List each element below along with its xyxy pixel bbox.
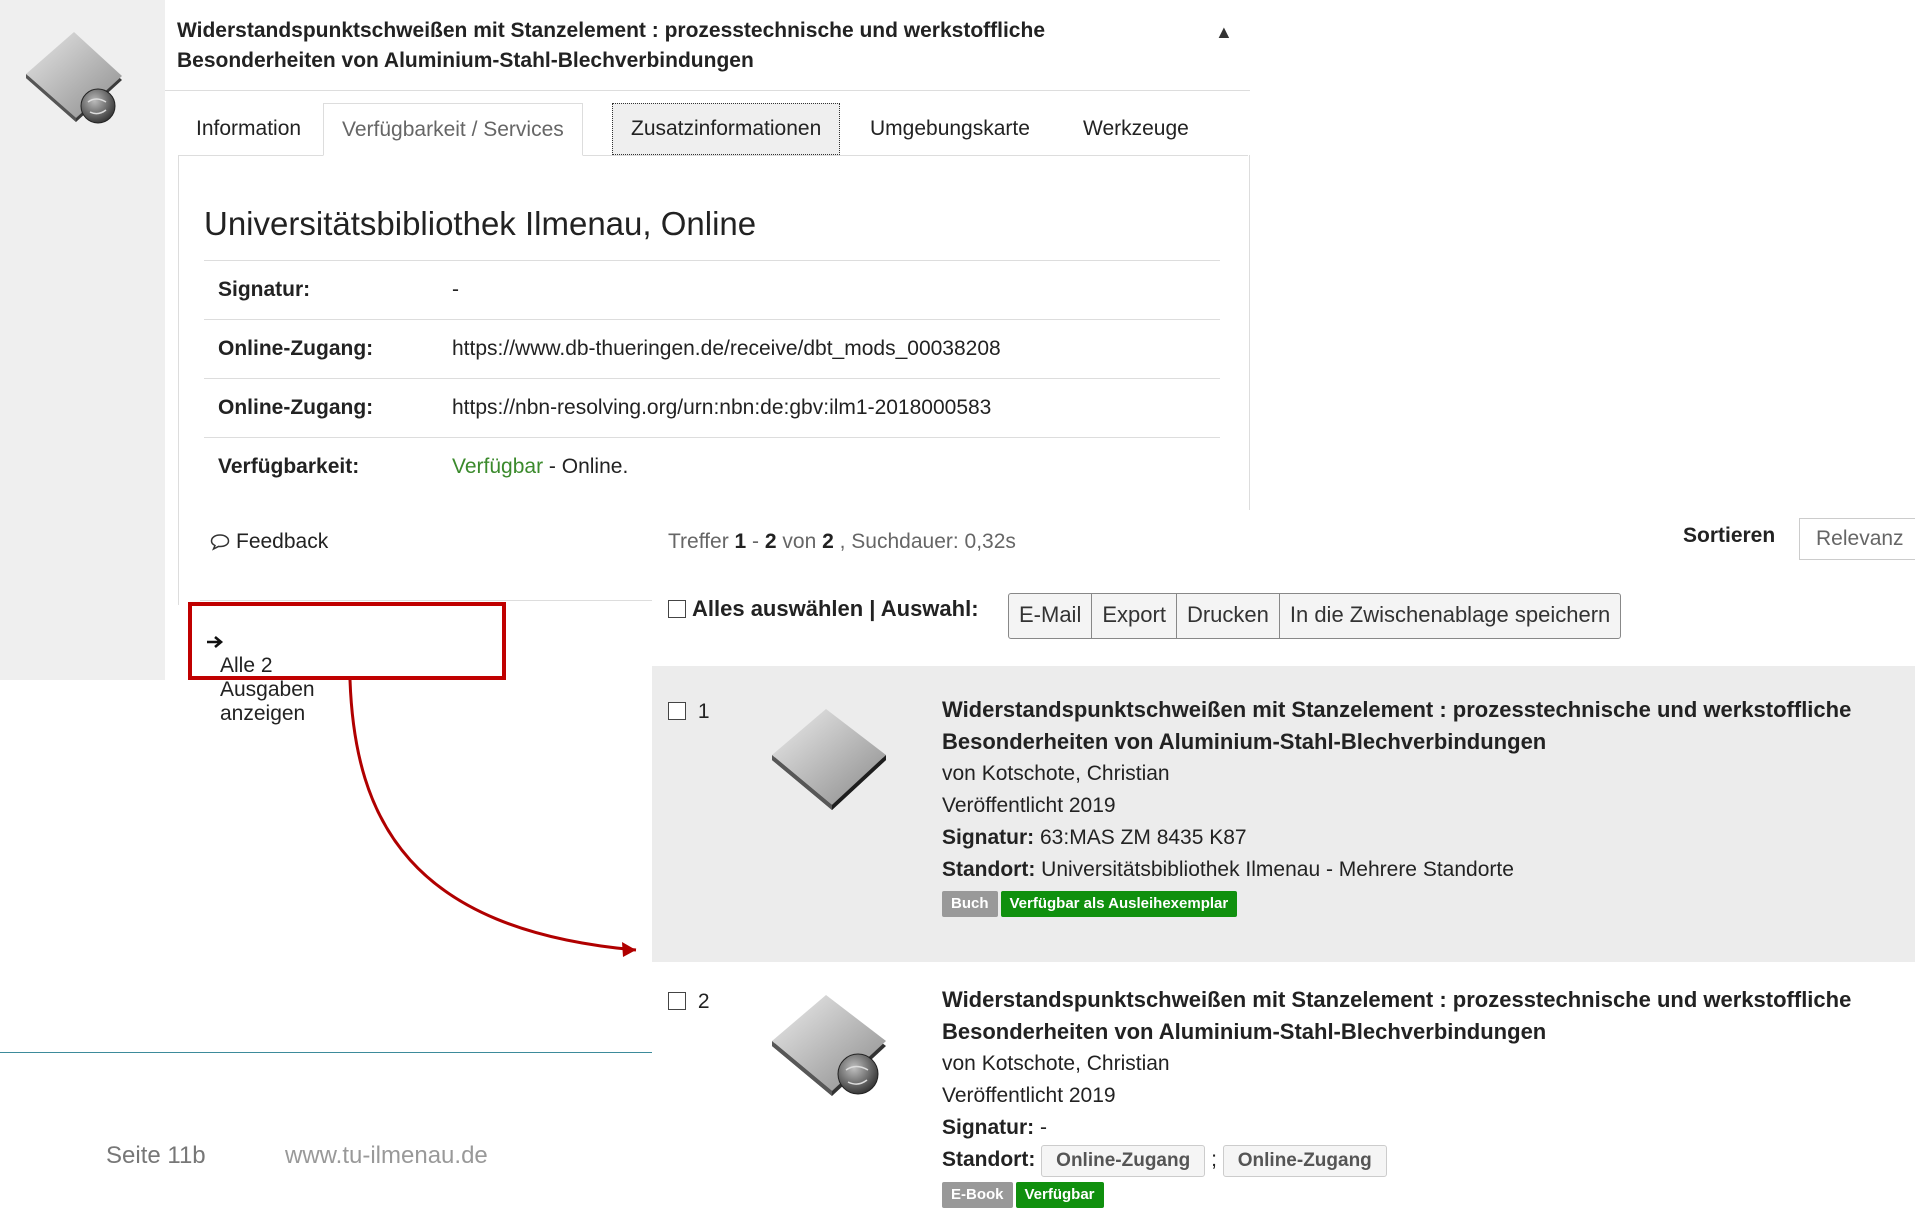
result-number: 2 (668, 990, 710, 1014)
export-button[interactable]: Export (1092, 594, 1177, 638)
hits-dash: - (746, 530, 765, 553)
sort-label: Sortieren (1683, 524, 1776, 547)
hit-count: Treffer 1 - 2 von 2 , Suchdauer: 0,32s (668, 530, 1016, 554)
result-title[interactable]: Widerstandspunktschweißen mit Stanzeleme… (942, 694, 1902, 758)
standort-value: Universitätsbibliothek Ilmenau - Mehrere… (1035, 858, 1514, 881)
select-all-label: Alles auswählen | Auswahl: (692, 596, 979, 621)
print-button[interactable]: Drucken (1177, 594, 1280, 638)
result-title[interactable]: Widerstandspunktschweißen mit Stanzeleme… (942, 984, 1902, 1048)
hits-of: von (776, 530, 823, 553)
book-globe-icon (766, 988, 892, 1113)
footer-url: www.tu-ilmenau.de (285, 1142, 488, 1169)
results-panel: Treffer 1 - 2 von 2 , Suchdauer: 0,32s S… (652, 510, 1915, 1209)
result-index: 2 (697, 990, 710, 1013)
footer-rule (0, 1052, 652, 1053)
result-number: 1 (668, 700, 710, 724)
result-signatur: Signatur: - (942, 1112, 1902, 1144)
clipboard-button[interactable]: In die Zwischenablage speichern (1280, 594, 1620, 638)
result-item: 1 Widerstandspunktschweißen mit Stanzele… (652, 666, 1915, 962)
book-icon (766, 702, 892, 827)
result-badges: Buch Verfügbar als Ausleihexemplar (942, 888, 1902, 920)
standort-label: Standort: (942, 1148, 1036, 1171)
hits-prefix: Treffer (668, 530, 735, 553)
result-item: 2 Widerstandspunktschweißen mit Stanzele… (652, 962, 1915, 1209)
format-badge: E-Book (942, 1182, 1013, 1209)
result-badges: E-Book Verfügbar (942, 1179, 1902, 1211)
status-badge: Verfügbar als Ausleihexemplar (1000, 891, 1238, 918)
sort-select[interactable]: Relevanz (1799, 518, 1915, 560)
signatur-value: 63:MAS ZM 8435 K87 (1034, 826, 1247, 849)
standort-label: Standort: (942, 858, 1036, 881)
result-body: Widerstandspunktschweißen mit Stanzeleme… (942, 694, 1902, 920)
status-badge: Verfügbar (1015, 1182, 1104, 1209)
signatur-label: Signatur: (942, 1116, 1035, 1139)
result-published: Veröffentlicht 2019 (942, 794, 1116, 817)
result-author[interactable]: von Kotschote, Christian (942, 758, 1902, 790)
selection-actions: E-Mail Export Drucken In die Zwischenabl… (1008, 593, 1622, 639)
signatur-label: Signatur: (942, 826, 1035, 849)
checkbox-icon[interactable] (668, 702, 686, 720)
result-body: Widerstandspunktschweißen mit Stanzeleme… (942, 984, 1902, 1211)
hits-suffix: , Suchdauer: 0,32s (833, 530, 1016, 553)
checkbox-icon[interactable] (668, 992, 686, 1010)
standort-separator: ; (1211, 1148, 1217, 1171)
result-published: Veröffentlicht 2019 (942, 1084, 1116, 1107)
select-all[interactable]: Alles auswählen | Auswahl: (668, 596, 979, 622)
result-index: 1 (697, 700, 710, 723)
hits-from: 1 (734, 530, 747, 553)
result-standort: Standort: Universitätsbibliothek Ilmenau… (942, 854, 1902, 886)
hits-total: 2 (822, 530, 834, 553)
result-standort: Standort: Online-Zugang ; Online-Zugang (942, 1144, 1902, 1177)
signatur-value: - (1034, 1116, 1047, 1139)
format-badge: Buch (942, 891, 998, 918)
online-access-button[interactable]: Online-Zugang (1222, 1145, 1387, 1177)
hits-to: 2 (764, 530, 777, 553)
online-access-button[interactable]: Online-Zugang (1041, 1145, 1206, 1177)
result-author[interactable]: von Kotschote, Christian (942, 1048, 1902, 1080)
email-button[interactable]: E-Mail (1009, 594, 1093, 638)
footer-page-number: Seite 11b (106, 1142, 206, 1169)
checkbox-icon[interactable] (668, 600, 686, 618)
result-signatur: Signatur: 63:MAS ZM 8435 K87 (942, 822, 1902, 854)
